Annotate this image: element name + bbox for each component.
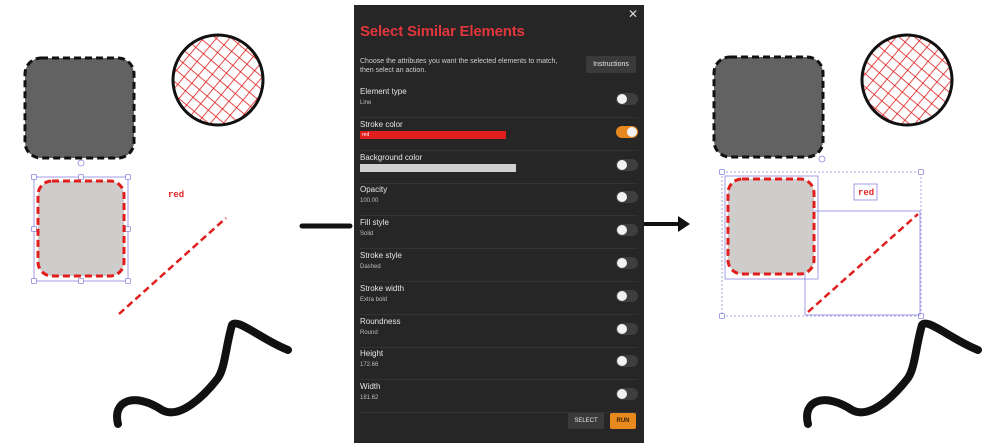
attribute-label: Stroke style — [360, 251, 402, 260]
attribute-value: Dashed — [360, 264, 381, 270]
color-swatch: red — [360, 130, 506, 139]
freehand-scribble-right[interactable] — [803, 319, 982, 428]
select-similar-dialog: ✕ Select Similar Elements Choose the att… — [354, 5, 644, 443]
attribute-value: red — [362, 131, 370, 138]
attribute-row-stroke-style: Stroke style Dashed — [360, 249, 638, 282]
red-text-label[interactable]: red — [168, 190, 184, 200]
toggle-knob — [617, 323, 627, 334]
toggle-knob — [617, 159, 627, 170]
red-text-label-right[interactable]: red — [858, 188, 874, 198]
attribute-toggle[interactable] — [616, 388, 638, 401]
attribute-label: Fill style — [360, 218, 389, 228]
freehand-scribble[interactable] — [113, 319, 292, 428]
toggle-knob — [627, 126, 637, 137]
select-button[interactable]: SELECT — [568, 413, 604, 429]
attribute-row-background-color: Background color — [360, 151, 638, 184]
attribute-row-height: Height 172.66 — [360, 347, 638, 381]
attribute-row-stroke-width: Stroke width Extra bold — [360, 282, 638, 315]
toggle-knob — [617, 225, 627, 236]
attribute-toggle[interactable] — [616, 191, 638, 204]
attribute-row-stroke-color: Stroke color red — [360, 118, 638, 151]
toggle-knob — [617, 290, 627, 301]
attribute-row-roundness: Roundness Round — [360, 315, 638, 348]
attribute-label: Stroke color — [360, 119, 403, 129]
light-gray-square-right[interactable] — [726, 177, 816, 276]
attribute-toggle[interactable] — [616, 322, 638, 335]
attribute-toggle[interactable] — [616, 257, 638, 269]
gray-dark-square-right[interactable] — [712, 55, 825, 159]
attribute-label: Roundness — [360, 316, 401, 326]
dialog-title: Select Similar Elements — [360, 23, 525, 40]
attribute-label: Stroke width — [360, 283, 405, 293]
attribute-value: Line — [360, 100, 372, 106]
red-dashed-line-right[interactable] — [807, 213, 919, 313]
arrowhead-icon — [678, 216, 690, 232]
light-gray-square[interactable] — [36, 179, 126, 278]
attribute-row-element-type: Element type Line — [360, 85, 638, 118]
attribute-toggle[interactable] — [616, 125, 638, 138]
red-dashed-line[interactable] — [118, 217, 227, 315]
attribute-toggle[interactable] — [616, 158, 638, 171]
toggle-knob — [617, 94, 627, 104]
attribute-value: 181.62 — [360, 395, 379, 402]
hatched-circle[interactable] — [170, 32, 266, 128]
attribute-toggle[interactable] — [616, 93, 638, 105]
toggle-knob — [617, 258, 627, 268]
attribute-value: 100.00 — [360, 198, 379, 205]
attribute-label: Opacity — [360, 185, 388, 195]
attribute-value: Round — [360, 329, 378, 336]
attribute-row-opacity: Opacity 100.00 — [360, 183, 638, 217]
toggle-knob — [617, 356, 627, 367]
attribute-toggle[interactable] — [616, 224, 638, 237]
attribute-toggle[interactable] — [616, 355, 638, 368]
attribute-row-width: Width 181.62 — [360, 380, 638, 414]
color-swatch — [360, 163, 516, 172]
attribute-label: Height — [360, 349, 384, 359]
attribute-row-fill-style: Fill style Solid — [360, 216, 638, 250]
attribute-value: Extra bold — [360, 296, 388, 303]
toggle-knob — [617, 192, 627, 203]
run-button[interactable]: RUN — [610, 413, 636, 429]
attribute-label: Background color — [360, 152, 423, 162]
right-scene: red — [643, 32, 982, 428]
left-scene: red — [23, 32, 353, 428]
close-icon[interactable]: ✕ — [628, 8, 638, 20]
toggle-knob — [617, 389, 627, 400]
gray-dark-square[interactable] — [23, 56, 136, 160]
attribute-value: Solid — [360, 231, 374, 238]
attribute-label: Element type — [360, 87, 407, 96]
attribute-label: Width — [360, 382, 381, 392]
attribute-value: 172.66 — [360, 362, 379, 369]
dialog-description: Choose the attributes you want the selec… — [360, 58, 558, 74]
attribute-toggle[interactable] — [616, 289, 638, 302]
instructions-button[interactable]: Instructions — [586, 56, 636, 73]
hatched-circle-right[interactable] — [859, 32, 955, 128]
